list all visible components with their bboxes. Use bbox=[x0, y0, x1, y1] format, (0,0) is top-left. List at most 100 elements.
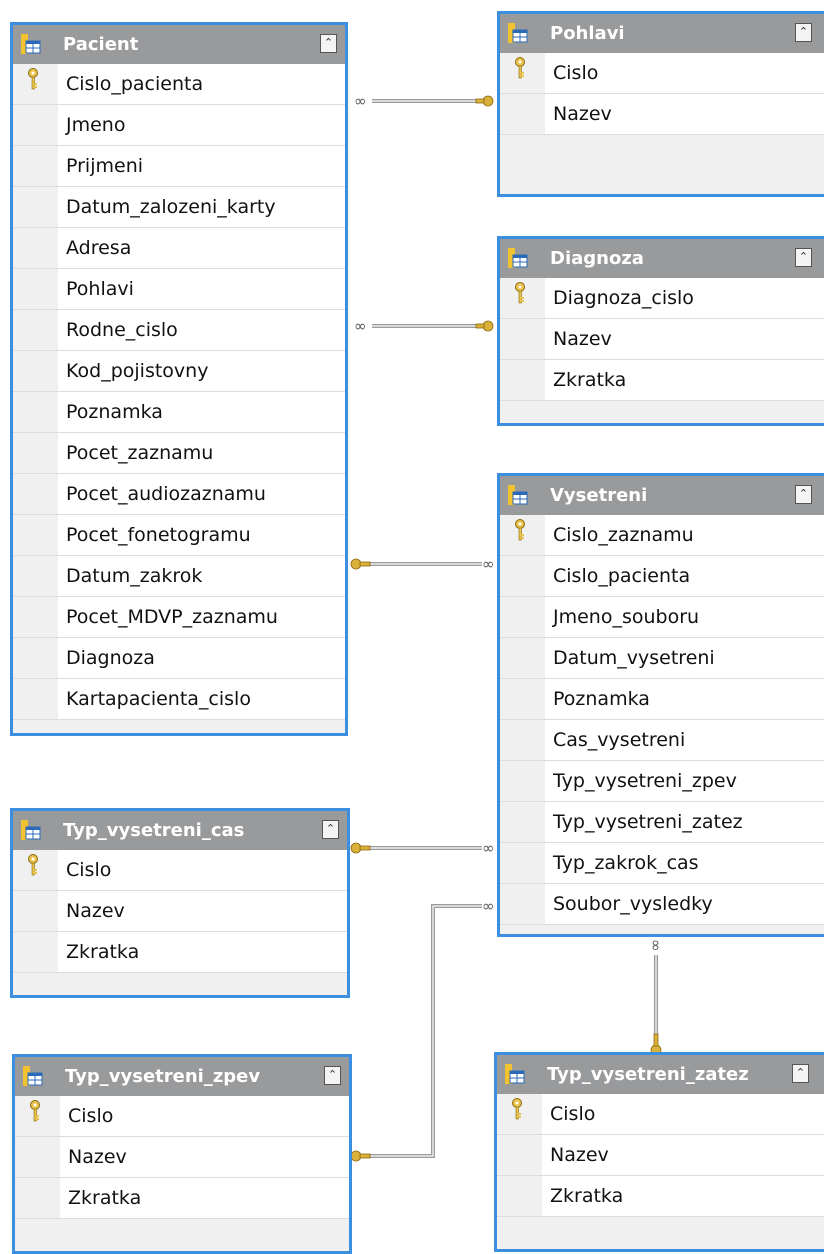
many-end-icon: ∞ bbox=[482, 839, 495, 857]
table-header[interactable]: Pohlavi ⌃ bbox=[500, 14, 824, 53]
column-row[interactable]: Pocet_zaznamu bbox=[13, 433, 345, 474]
table-header[interactable]: Typ_vysetreni_cas ⌃ bbox=[13, 811, 347, 850]
table-header[interactable]: Typ_vysetreni_zatez ⌃ bbox=[497, 1055, 824, 1094]
table-icon bbox=[508, 23, 528, 43]
table-name: Pacient bbox=[63, 34, 139, 55]
column-row[interactable]: Zkratka bbox=[500, 360, 824, 401]
primary-key-icon bbox=[513, 518, 527, 546]
column-name: Nazev bbox=[58, 891, 347, 931]
column-name: Zkratka bbox=[542, 1176, 824, 1216]
column-row[interactable]: Nazev bbox=[15, 1137, 349, 1178]
table-typ-vysetreni-zatez[interactable]: Typ_vysetreni_zatez ⌃ Cislo Nazev Zkratka bbox=[494, 1052, 824, 1252]
table-name: Typ_vysetreni_cas bbox=[63, 820, 245, 841]
column-row[interactable]: Cislo bbox=[500, 53, 824, 94]
column-name: Poznamka bbox=[545, 679, 824, 719]
column-row[interactable]: Cislo bbox=[497, 1094, 824, 1135]
column-list: Cislo Nazev Zkratka bbox=[13, 850, 347, 973]
collapse-chevron-icon[interactable]: ⌃ bbox=[322, 820, 339, 839]
table-icon bbox=[21, 820, 41, 840]
table-pohlavi[interactable]: Pohlavi ⌃ Cislo Nazev bbox=[497, 11, 824, 197]
primary-key-icon bbox=[513, 281, 527, 309]
column-row[interactable]: Adresa bbox=[13, 228, 345, 269]
primary-key-icon bbox=[510, 1097, 524, 1125]
column-row[interactable]: Pocet_audiozaznamu bbox=[13, 474, 345, 515]
column-row[interactable]: Typ_zakrok_cas bbox=[500, 843, 824, 884]
column-name: Pocet_MDVP_zaznamu bbox=[58, 597, 345, 637]
column-row[interactable]: Typ_vysetreni_zpev bbox=[500, 761, 824, 802]
column-name: Zkratka bbox=[58, 932, 347, 972]
column-name: Zkratka bbox=[60, 1178, 349, 1218]
column-row[interactable]: Zkratka bbox=[15, 1178, 349, 1219]
column-name: Datum_zalozeni_karty bbox=[58, 187, 345, 227]
column-row[interactable]: Zkratka bbox=[497, 1176, 824, 1217]
column-row[interactable]: Poznamka bbox=[13, 392, 345, 433]
one-end-key-icon bbox=[475, 95, 494, 107]
table-icon bbox=[508, 248, 528, 268]
column-row[interactable]: Pocet_MDVP_zaznamu bbox=[13, 597, 345, 638]
table-icon bbox=[508, 485, 528, 505]
column-row[interactable]: Nazev bbox=[497, 1135, 824, 1176]
column-row[interactable]: Typ_vysetreni_zatez bbox=[500, 802, 824, 843]
column-row[interactable]: Rodne_cislo bbox=[13, 310, 345, 351]
column-row[interactable]: Diagnoza bbox=[13, 638, 345, 679]
table-icon bbox=[505, 1064, 525, 1084]
column-row[interactable]: Soubor_vysledky bbox=[500, 884, 824, 925]
column-name: Typ_vysetreni_zpev bbox=[545, 761, 824, 801]
column-row[interactable]: Nazev bbox=[500, 319, 824, 360]
column-row[interactable]: Cislo bbox=[15, 1096, 349, 1137]
column-row[interactable]: Datum_vysetreni bbox=[500, 638, 824, 679]
one-end-key-icon bbox=[350, 842, 371, 854]
collapse-chevron-icon[interactable]: ⌃ bbox=[792, 1064, 809, 1083]
column-name: Zkratka bbox=[545, 360, 824, 400]
column-name: Cislo bbox=[545, 53, 824, 93]
column-row[interactable]: Pocet_fonetogramu bbox=[13, 515, 345, 556]
column-row[interactable]: Jmeno_souboru bbox=[500, 597, 824, 638]
table-header[interactable]: Pacient ⌃ bbox=[13, 25, 345, 64]
table-name: Typ_vysetreni_zatez bbox=[547, 1064, 749, 1085]
table-header[interactable]: Diagnoza ⌃ bbox=[500, 239, 824, 278]
column-name: Cislo_pacienta bbox=[545, 556, 824, 596]
collapse-chevron-icon[interactable]: ⌃ bbox=[324, 1066, 341, 1085]
column-row[interactable]: Kartapacienta_cislo bbox=[13, 679, 345, 720]
column-name: Soubor_vysledky bbox=[545, 884, 824, 924]
column-row[interactable]: Nazev bbox=[13, 891, 347, 932]
table-icon bbox=[21, 34, 41, 54]
table-typ-vysetreni-cas[interactable]: Typ_vysetreni_cas ⌃ Cislo Nazev Zkratka bbox=[10, 808, 350, 998]
primary-key-icon bbox=[28, 1099, 42, 1127]
table-header[interactable]: Typ_vysetreni_zpev ⌃ bbox=[15, 1057, 349, 1096]
column-row[interactable]: Cislo_pacienta bbox=[13, 64, 345, 105]
collapse-chevron-icon[interactable]: ⌃ bbox=[795, 485, 812, 504]
column-row[interactable]: Prijmeni bbox=[13, 146, 345, 187]
column-list: Cislo Nazev Zkratka bbox=[15, 1096, 349, 1219]
column-row[interactable]: Jmeno bbox=[13, 105, 345, 146]
column-row[interactable]: Cislo bbox=[13, 850, 347, 891]
column-row[interactable]: Cislo_pacienta bbox=[500, 556, 824, 597]
table-diagnoza[interactable]: Diagnoza ⌃ Diagnoza_cislo Nazev Zkratka bbox=[497, 236, 824, 426]
collapse-chevron-icon[interactable]: ⌃ bbox=[795, 23, 812, 42]
column-name: Poznamka bbox=[58, 392, 345, 432]
column-row[interactable]: Datum_zalozeni_karty bbox=[13, 187, 345, 228]
column-row[interactable]: Poznamka bbox=[500, 679, 824, 720]
column-name: Kartapacienta_cislo bbox=[58, 679, 345, 719]
column-row[interactable]: Pohlavi bbox=[13, 269, 345, 310]
table-vysetreni[interactable]: Vysetreni ⌃ Cislo_zaznamu Cislo_pacienta J… bbox=[497, 473, 824, 937]
table-pacient[interactable]: Pacient ⌃ Cislo_pacienta Jmeno Prijmeni Dat… bbox=[10, 22, 348, 736]
column-row[interactable]: Diagnoza_cislo bbox=[500, 278, 824, 319]
column-name: Jmeno_souboru bbox=[545, 597, 824, 637]
column-row[interactable]: Cislo_zaznamu bbox=[500, 515, 824, 556]
column-name: Pohlavi bbox=[58, 269, 345, 309]
table-typ-vysetreni-zpev[interactable]: Typ_vysetreni_zpev ⌃ Cislo Nazev Zkratka bbox=[12, 1054, 352, 1254]
column-row[interactable]: Nazev bbox=[500, 94, 824, 135]
column-row[interactable]: Kod_pojistovny bbox=[13, 351, 345, 392]
collapse-chevron-icon[interactable]: ⌃ bbox=[320, 34, 337, 53]
column-row[interactable]: Zkratka bbox=[13, 932, 347, 973]
column-name: Datum_vysetreni bbox=[545, 638, 824, 678]
column-name: Cislo bbox=[60, 1096, 349, 1136]
column-name: Kod_pojistovny bbox=[58, 351, 345, 391]
column-row[interactable]: Cas_vysetreni bbox=[500, 720, 824, 761]
column-name: Nazev bbox=[545, 94, 824, 134]
table-header[interactable]: Vysetreni ⌃ bbox=[500, 476, 824, 515]
column-row[interactable]: Datum_zakrok bbox=[13, 556, 345, 597]
collapse-chevron-icon[interactable]: ⌃ bbox=[795, 248, 812, 267]
primary-key-icon bbox=[26, 853, 40, 881]
